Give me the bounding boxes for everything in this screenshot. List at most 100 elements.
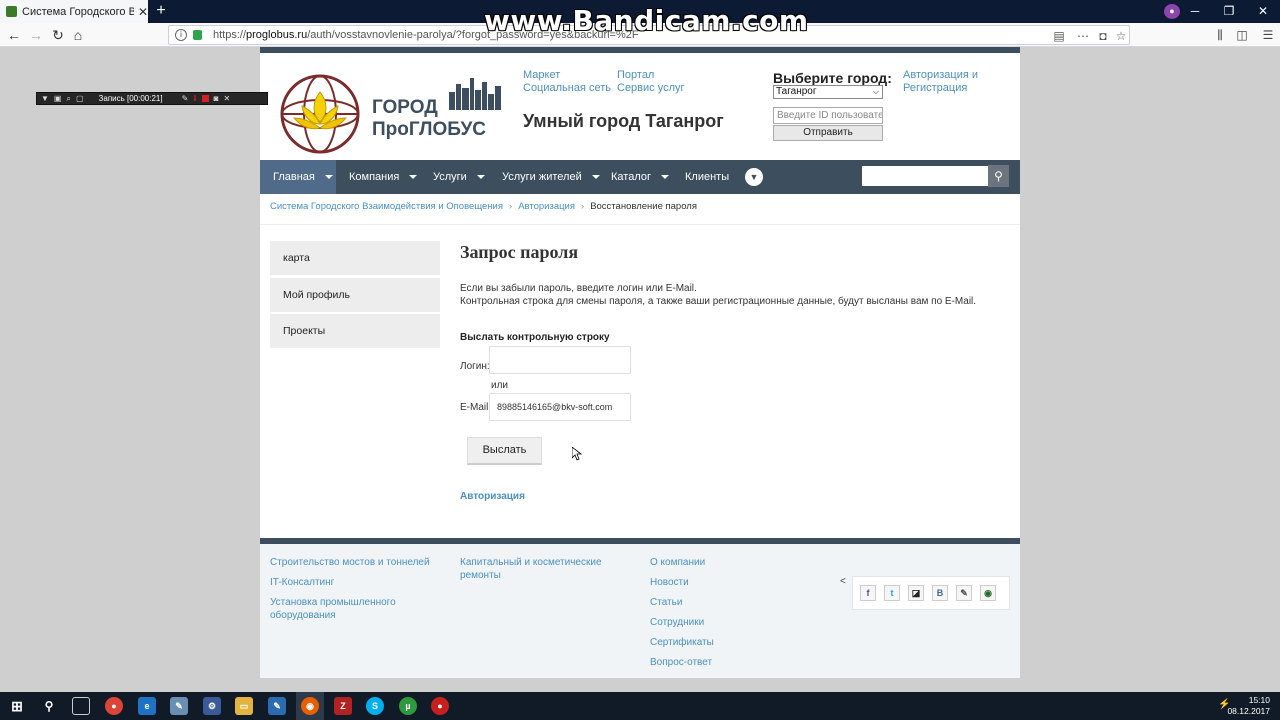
menu-hamburger-icon[interactable]: ☰ bbox=[1258, 25, 1278, 45]
sidebar-item-map[interactable]: карта bbox=[270, 241, 440, 275]
system-clock[interactable]: 15:10 08.12.2017 bbox=[1227, 695, 1270, 717]
close-tab-icon[interactable]: ✕ bbox=[138, 5, 148, 19]
window-icon[interactable]: ▣ bbox=[54, 93, 62, 104]
bookmark-star-icon[interactable]: ☆ bbox=[1113, 28, 1129, 44]
link-market[interactable]: Маркет bbox=[523, 69, 560, 81]
reader-view-icon[interactable]: ▤ bbox=[1051, 28, 1067, 44]
footer-link-articles[interactable]: Статьи bbox=[650, 596, 682, 609]
intro-text-line2: Контрольная строка для смены пароля, а т… bbox=[460, 296, 977, 307]
menu-more-chevron-icon[interactable]: ▼ bbox=[745, 168, 763, 186]
auth-register-link[interactable]: Авторизация и Регистрация bbox=[903, 69, 983, 95]
pause-icon[interactable]: ‖ bbox=[193, 93, 196, 104]
main-menu: Главная Компания Услуги Услуги жителей К… bbox=[260, 160, 1020, 194]
delicious-icon[interactable]: ◪ bbox=[908, 585, 924, 601]
filezilla-icon[interactable]: Z bbox=[334, 697, 352, 715]
link-portal[interactable]: Портал bbox=[617, 69, 654, 81]
footer-link-about[interactable]: О компании bbox=[650, 556, 705, 569]
submit-id-button[interactable]: Отправить bbox=[773, 125, 883, 141]
close-window-button[interactable]: ✕ bbox=[1246, 0, 1280, 23]
menu-item-clients[interactable]: Клиенты bbox=[685, 160, 729, 194]
facebook-icon[interactable]: f bbox=[860, 585, 876, 601]
link-social-network[interactable]: Социальная сеть bbox=[523, 82, 611, 94]
form-heading: Выслать контрольную строку bbox=[460, 332, 610, 343]
social-share-bar: f t ◪ B ✎ ◉ bbox=[852, 576, 1010, 610]
new-tab-button[interactable]: + bbox=[152, 1, 170, 21]
lock-icon[interactable] bbox=[193, 30, 202, 40]
login-input[interactable] bbox=[489, 346, 631, 374]
library-icon[interactable]: ⫼ bbox=[1210, 25, 1230, 45]
reload-button[interactable]: ↻ bbox=[48, 25, 68, 45]
footer-link-faq[interactable]: Вопрос-ответ bbox=[650, 656, 712, 669]
app-pen-icon[interactable]: ✎ bbox=[170, 697, 188, 715]
menu-item-catalog[interactable]: Каталог bbox=[611, 160, 669, 194]
share-icon[interactable]: < bbox=[840, 576, 846, 587]
user-id-input[interactable] bbox=[773, 107, 883, 124]
start-windows-icon[interactable]: ⊞ bbox=[8, 697, 26, 715]
file-explorer-icon[interactable]: ▭ bbox=[235, 697, 253, 715]
chrome-icon[interactable]: ● bbox=[105, 697, 123, 715]
info-icon[interactable]: i bbox=[175, 29, 187, 41]
minimize-button[interactable]: ─ bbox=[1178, 0, 1212, 23]
site-logo[interactable]: ГОРОД ПроГЛОБУС bbox=[272, 70, 504, 154]
footer-link-equipment[interactable]: Установка промышленного оборудования bbox=[270, 596, 420, 622]
footer-link-staff[interactable]: Сотрудники bbox=[650, 616, 704, 629]
sidebar-icon[interactable]: ◫ bbox=[1232, 25, 1252, 45]
footer-link-repairs[interactable]: Капитальный и косметические ремонты bbox=[460, 556, 620, 582]
auth-link[interactable]: Авторизация bbox=[460, 491, 525, 502]
sidebar-item-projects[interactable]: Проекты bbox=[270, 314, 440, 348]
firefox-icon[interactable]: ◉ bbox=[301, 697, 319, 715]
clock-date: 08.12.2017 bbox=[1227, 706, 1270, 716]
taskbar-search-icon[interactable]: ⚲ bbox=[40, 697, 58, 715]
smart-city-title: Умный город Таганрог bbox=[523, 111, 724, 131]
stop-icon[interactable] bbox=[201, 95, 209, 102]
odnoklassniki-icon[interactable]: ◉ bbox=[980, 585, 996, 601]
livejournal-icon[interactable]: ✎ bbox=[956, 585, 972, 601]
edge-icon[interactable]: e bbox=[138, 697, 156, 715]
task-view-icon[interactable] bbox=[72, 697, 90, 715]
email-input[interactable] bbox=[489, 393, 631, 421]
zoom-icon[interactable]: ⌕ bbox=[66, 93, 70, 104]
forward-button[interactable]: → bbox=[26, 25, 46, 45]
twitter-icon[interactable]: t bbox=[884, 585, 900, 601]
back-button[interactable]: ← bbox=[4, 25, 24, 45]
city-select[interactable]: Таганрог ⌵ bbox=[773, 85, 883, 99]
menu-item-home[interactable]: Главная bbox=[260, 160, 336, 194]
footer-link-it-consulting[interactable]: IT-Консалтинг bbox=[270, 576, 334, 589]
sidebar-item-profile[interactable]: Мой профиль bbox=[270, 278, 440, 312]
intro-text-line1: Если вы забыли пароль, введите логин или… bbox=[460, 283, 697, 294]
menu-item-services[interactable]: Услуги bbox=[433, 160, 485, 194]
pencil-icon[interactable]: ✎ bbox=[182, 93, 189, 104]
camera-icon[interactable]: ◙ bbox=[214, 93, 219, 104]
app-network-icon[interactable]: ⚙ bbox=[203, 697, 221, 715]
footer-link-news[interactable]: Новости bbox=[650, 576, 689, 589]
skype-icon[interactable]: S bbox=[366, 697, 384, 715]
footer: Строительство мостов и тоннелей IT-Конса… bbox=[260, 538, 1020, 678]
caret-down-icon bbox=[324, 175, 333, 180]
notepad-icon[interactable]: ✎ bbox=[268, 697, 286, 715]
footer-link-certificates[interactable]: Сертификаты bbox=[650, 636, 714, 649]
search-input[interactable] bbox=[862, 166, 988, 186]
dropdown-icon[interactable]: ▼ bbox=[41, 93, 49, 104]
vk-icon[interactable]: B bbox=[932, 585, 948, 601]
search-icon[interactable]: ⚲ bbox=[988, 165, 1009, 187]
pocket-icon[interactable]: ◘ bbox=[1095, 28, 1111, 44]
fullscreen-icon[interactable]: ▢ bbox=[76, 93, 84, 104]
browser-tab[interactable]: Система Городского Взаимод ✕ bbox=[0, 0, 148, 23]
footer-link-bridges[interactable]: Строительство мостов и тоннелей bbox=[270, 556, 430, 569]
home-button[interactable]: ⌂ bbox=[68, 25, 88, 45]
breadcrumb-home-link[interactable]: Система Городского Взаимодействия и Опов… bbox=[270, 201, 503, 212]
menu-item-company[interactable]: Компания bbox=[349, 160, 418, 194]
breadcrumb-auth-link[interactable]: Авторизация bbox=[518, 201, 575, 212]
window-controls: ─ ❐ ✕ bbox=[1178, 0, 1280, 23]
utorrent-icon[interactable]: µ bbox=[399, 697, 417, 715]
recorder-close-icon[interactable]: ✕ bbox=[223, 93, 230, 104]
bandicam-icon[interactable]: ● bbox=[431, 697, 449, 715]
breadcrumb-current: Восстановление пароля bbox=[590, 201, 697, 212]
page-actions-icon[interactable]: ⋯ bbox=[1075, 28, 1091, 44]
restore-button[interactable]: ❐ bbox=[1212, 0, 1246, 23]
menu-item-resident-services[interactable]: Услуги жителей bbox=[502, 160, 600, 194]
link-service[interactable]: Сервис услуг bbox=[617, 82, 685, 94]
chevron-down-icon: ⌵ bbox=[872, 87, 879, 96]
send-button[interactable]: Выслать bbox=[467, 437, 542, 465]
web-page: ГОРОД ПроГЛОБУС Маркет Социальная сеть П… bbox=[260, 47, 1020, 678]
